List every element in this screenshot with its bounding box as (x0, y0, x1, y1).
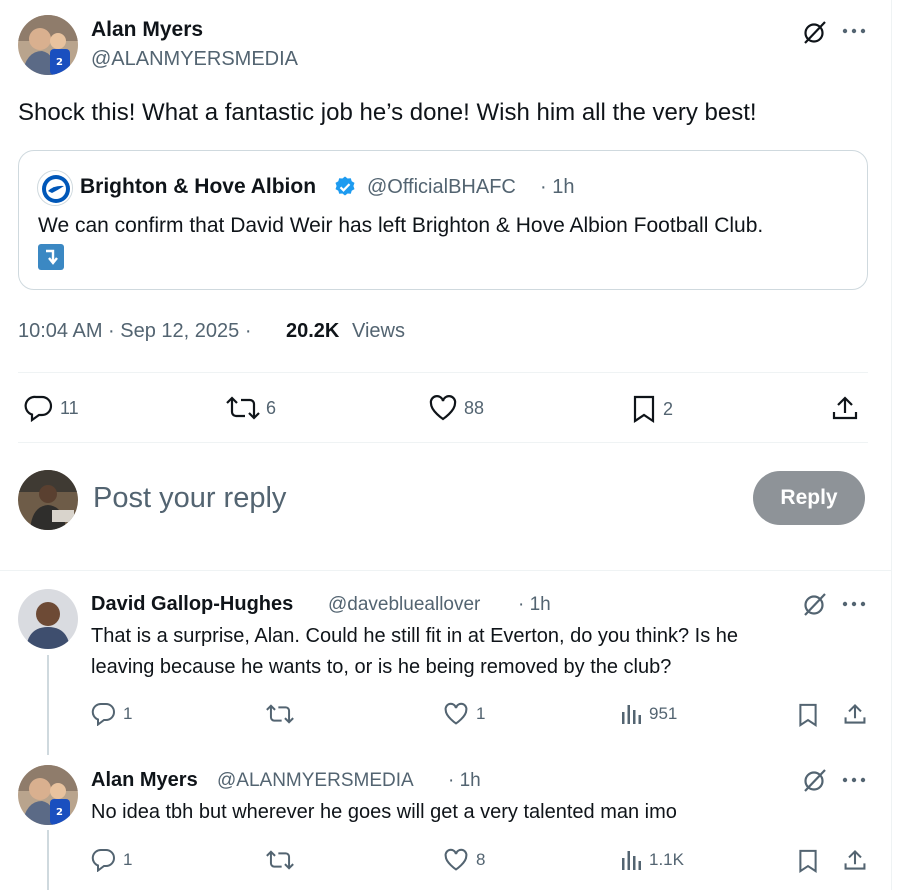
like-icon (442, 848, 470, 872)
like-count: 8 (476, 850, 486, 869)
quote-author-handle[interactable]: @OfficialBHAFC (367, 176, 516, 199)
reply-input[interactable]: Post your reply (93, 482, 286, 515)
reply-button[interactable]: Reply (753, 471, 865, 525)
svg-text:2: 2 (56, 57, 63, 68)
bookmark-action[interactable]: 2 (631, 394, 673, 424)
quote-time[interactable]: · 1h (540, 176, 574, 199)
views-count: 951 (649, 704, 678, 723)
repost-icon[interactable] (266, 702, 294, 726)
views-icon (621, 702, 643, 726)
avatar[interactable]: 2 (18, 765, 78, 825)
like-count: 88 (464, 397, 485, 418)
thread-line (47, 655, 49, 755)
verified-badge-icon (333, 175, 357, 199)
reply-count: 1 (123, 704, 133, 723)
views-icon (621, 848, 643, 872)
reply-icon (91, 848, 117, 872)
like-icon (428, 394, 458, 422)
reply-author-handle[interactable]: @ALANMYERSMEDIA (217, 770, 414, 792)
like-action[interactable]: 8 (442, 848, 485, 872)
reply-action[interactable]: 1 (91, 848, 132, 872)
repost-count: 6 (266, 397, 277, 418)
divider (18, 372, 868, 373)
reply-text-line-1: No idea tbh but wherever he goes will ge… (91, 801, 677, 823)
section-divider (0, 570, 891, 571)
tweet-text: Shock this! What a fantastic job he’s do… (18, 99, 757, 126)
bookmark-count: 2 (663, 398, 674, 419)
tweet-timestamp[interactable]: 10:04 AM · Sep 12, 2025 · (18, 320, 252, 343)
avatar[interactable] (18, 589, 78, 649)
more-icon[interactable] (842, 600, 866, 608)
more-icon[interactable] (842, 776, 866, 784)
author-handle[interactable]: @ALANMYERSMEDIA (91, 48, 298, 71)
reply-text-line-2: leaving because he wants to, or is he be… (91, 656, 672, 678)
views-label: Views (352, 320, 405, 342)
reply-action[interactable]: 1 (91, 702, 132, 726)
repost-icon[interactable] (266, 848, 294, 872)
column-border (891, 0, 892, 890)
repost-icon (226, 394, 260, 422)
reply-icon (91, 702, 117, 726)
brighton-logo[interactable] (37, 170, 73, 206)
bookmark-icon[interactable] (797, 848, 819, 874)
bookmark-icon[interactable] (797, 702, 819, 728)
reply-count: 11 (60, 397, 79, 418)
arrow-down-icon (38, 244, 64, 270)
grok-icon[interactable] (802, 767, 828, 793)
reply-count: 1 (123, 850, 133, 869)
like-icon (442, 702, 470, 726)
like-count: 1 (476, 704, 486, 723)
views-count: 20.2K (286, 320, 340, 342)
thread-line (47, 830, 49, 890)
reply-icon (24, 394, 54, 422)
reply-author-name[interactable]: David Gallop-Hughes (91, 593, 293, 616)
reply-text-line-1: That is a surprise, Alan. Could he still… (91, 625, 739, 647)
views-action[interactable]: 951 (621, 702, 677, 726)
share-icon[interactable] (843, 848, 867, 872)
reply-time[interactable]: · 1h (518, 594, 551, 616)
views-action[interactable]: 1.1K (621, 848, 684, 872)
reply-author-handle[interactable]: @daveblueallover (328, 594, 480, 616)
quote-author-name[interactable]: Brighton & Hove Albion (80, 175, 316, 199)
divider (18, 442, 868, 443)
share-icon[interactable] (831, 394, 859, 422)
svg-text:2: 2 (56, 807, 63, 818)
reply-action[interactable]: 11 (24, 394, 79, 422)
grok-icon[interactable] (802, 591, 828, 617)
more-icon[interactable] (842, 27, 866, 35)
like-action[interactable]: 88 (428, 394, 484, 422)
reply-author-name[interactable]: Alan Myers (91, 769, 198, 792)
grok-icon[interactable] (802, 19, 828, 45)
avatar[interactable]: 2 (18, 15, 78, 75)
author-name[interactable]: Alan Myers (91, 18, 203, 42)
reply-time[interactable]: · 1h (448, 770, 481, 792)
bookmark-icon (631, 394, 657, 424)
views-count: 1.1K (649, 850, 684, 869)
quote-text: We can confirm that David Weir has left … (38, 214, 764, 237)
current-user-avatar[interactable] (18, 470, 78, 530)
share-icon[interactable] (843, 702, 867, 726)
like-action[interactable]: 1 (442, 702, 485, 726)
repost-action[interactable]: 6 (226, 394, 276, 422)
